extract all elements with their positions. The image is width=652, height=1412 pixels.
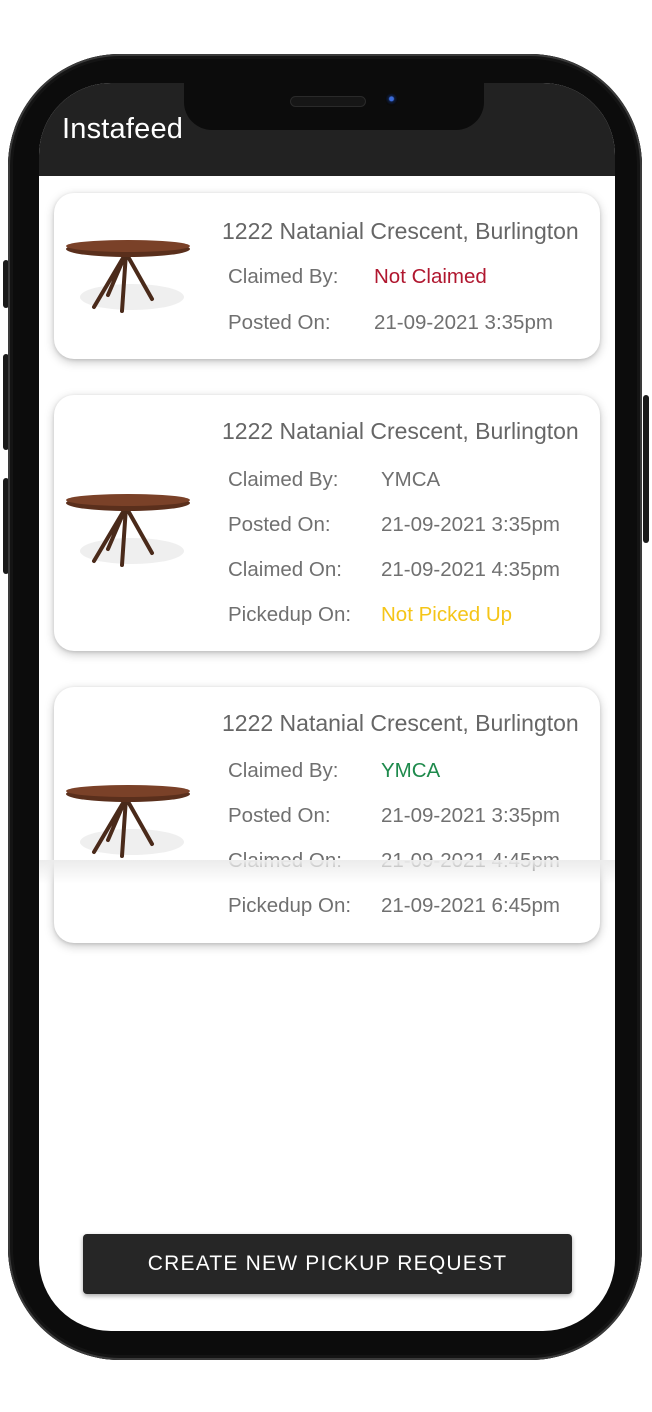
- table-photo-icon: [66, 494, 190, 567]
- claimed-by-label: Claimed By:: [228, 468, 339, 491]
- app-screen: Instafeed 1222 Natanial Crescent, Burlin…: [39, 83, 615, 1331]
- speaker-grille: [290, 96, 366, 107]
- table-photo-icon: [66, 785, 190, 858]
- app-title: Instafeed: [62, 113, 184, 145]
- front-camera-icon: [385, 93, 398, 106]
- posted-on-label: Posted On:: [228, 804, 331, 827]
- claimed-by-value: Not Claimed: [374, 265, 487, 288]
- claimed-by-value: YMCA: [381, 759, 441, 782]
- posted-on-label: Posted On:: [228, 311, 331, 334]
- claimed-on-value: 21-09-2021 4:35pm: [381, 558, 560, 581]
- posted-on-value: 21-09-2021 3:35pm: [381, 804, 560, 827]
- card-address: 1222 Natanial Crescent, Burlington: [222, 418, 579, 444]
- pickup-card[interactable]: 1222 Natanial Crescent, Burlington Claim…: [54, 193, 600, 359]
- card-address: 1222 Natanial Crescent, Burlington: [222, 218, 579, 244]
- pickup-card[interactable]: 1222 Natanial Crescent, Burlington Claim…: [54, 687, 600, 943]
- posted-on-value: 21-09-2021 3:35pm: [381, 513, 560, 536]
- claimed-by-label: Claimed By:: [228, 759, 339, 782]
- posted-on-value: 21-09-2021 3:35pm: [374, 311, 553, 334]
- pickedup-on-value: Not Picked Up: [381, 603, 513, 626]
- card-address: 1222 Natanial Crescent, Burlington: [222, 710, 579, 736]
- pickup-card[interactable]: 1222 Natanial Crescent, Burlington Claim…: [54, 395, 600, 651]
- pickedup-on-label: Pickedup On:: [228, 894, 352, 917]
- claimed-by-value: YMCA: [381, 468, 441, 491]
- pickedup-on-value: 21-09-2021 6:45pm: [381, 894, 560, 917]
- list-bottom-shadow: [39, 860, 615, 884]
- create-pickup-request-button[interactable]: CREATE NEW PICKUP REQUEST: [83, 1234, 572, 1294]
- claimed-on-label: Claimed On:: [228, 558, 342, 581]
- table-photo-icon: [66, 240, 190, 313]
- pickedup-on-label: Pickedup On:: [228, 603, 352, 626]
- posted-on-label: Posted On:: [228, 513, 331, 536]
- claimed-by-label: Claimed By:: [228, 265, 339, 288]
- power-button: [643, 395, 649, 543]
